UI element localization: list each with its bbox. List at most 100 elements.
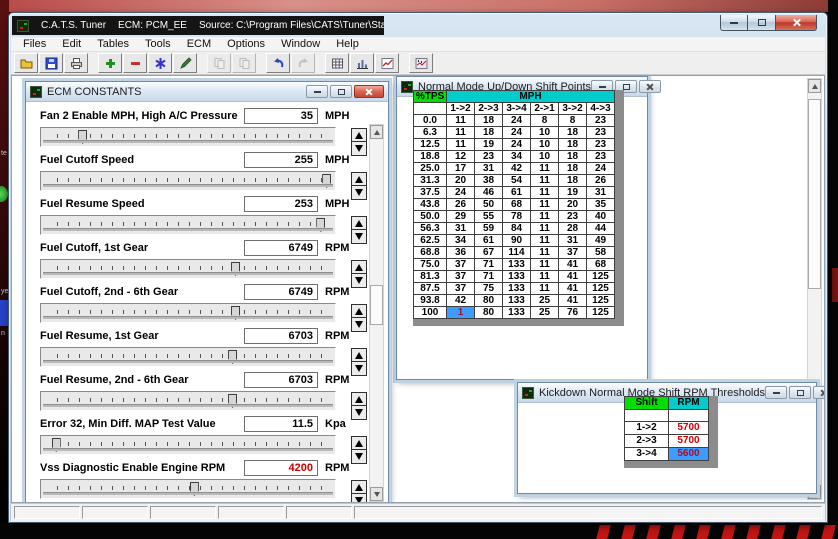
shift-cell[interactable]: 114 bbox=[503, 247, 531, 259]
shift-cell[interactable]: 36 bbox=[447, 247, 475, 259]
scroll-thumb[interactable] bbox=[370, 285, 383, 325]
spinner-down-button[interactable] bbox=[351, 406, 367, 420]
redo-button[interactable] bbox=[291, 53, 315, 73]
menu-tools[interactable]: Tools bbox=[137, 38, 179, 50]
maximize-button[interactable] bbox=[330, 85, 352, 98]
bar-chart-button[interactable] bbox=[350, 53, 374, 73]
menu-edit[interactable]: Edit bbox=[54, 38, 89, 50]
spinner-down-button[interactable] bbox=[351, 274, 367, 288]
spinner-up-button[interactable] bbox=[351, 216, 367, 230]
shift-cell[interactable]: 37 bbox=[447, 283, 475, 295]
menu-files[interactable]: Files bbox=[15, 38, 54, 50]
spinner-down-button[interactable] bbox=[351, 230, 367, 244]
shift-cell[interactable]: 12 bbox=[447, 151, 475, 163]
shift-cell[interactable]: 76 bbox=[559, 307, 587, 319]
param-value-field[interactable]: 6749 bbox=[244, 240, 318, 256]
shift-cell[interactable]: 11 bbox=[531, 175, 559, 187]
shift-cell[interactable]: 133 bbox=[503, 295, 531, 307]
shift-cell[interactable]: 42 bbox=[503, 163, 531, 175]
ecm-scrollbar[interactable] bbox=[369, 124, 384, 502]
slider-thumb[interactable] bbox=[322, 174, 331, 188]
slider-thumb[interactable] bbox=[190, 482, 199, 496]
shift-cell[interactable]: 34 bbox=[447, 235, 475, 247]
shift-cell[interactable]: 44 bbox=[587, 223, 615, 235]
remove-button[interactable] bbox=[123, 53, 147, 73]
shift-cell[interactable]: 11 bbox=[447, 127, 475, 139]
minimize-button[interactable] bbox=[720, 15, 748, 31]
slider-thumb[interactable] bbox=[52, 438, 61, 452]
menu-window[interactable]: Window bbox=[273, 38, 328, 50]
shift-cell[interactable]: 25 bbox=[531, 295, 559, 307]
shift-cell[interactable]: 20 bbox=[447, 175, 475, 187]
shift-cell[interactable]: 1 bbox=[447, 307, 475, 319]
shift-cell[interactable]: 23 bbox=[587, 151, 615, 163]
shift-cell[interactable]: 24 bbox=[447, 187, 475, 199]
add-button[interactable] bbox=[98, 53, 122, 73]
shift-cell[interactable]: 68 bbox=[587, 259, 615, 271]
table-view-button[interactable] bbox=[325, 53, 349, 73]
menu-tables[interactable]: Tables bbox=[89, 38, 137, 50]
shift-cell[interactable]: 11 bbox=[447, 139, 475, 151]
shift-cell[interactable]: 37 bbox=[559, 247, 587, 259]
kickdown-rpm-cell[interactable] bbox=[669, 410, 709, 422]
scroll-up-icon[interactable] bbox=[808, 79, 821, 93]
spinner-up-button[interactable] bbox=[351, 348, 367, 362]
shift-cell[interactable]: 42 bbox=[447, 295, 475, 307]
shift-cell[interactable]: 50 bbox=[475, 199, 503, 211]
shift-cell[interactable]: 18 bbox=[559, 175, 587, 187]
shift-cell[interactable]: 68 bbox=[503, 199, 531, 211]
shift-cell[interactable]: 75 bbox=[475, 283, 503, 295]
spinner-up-button[interactable] bbox=[351, 128, 367, 142]
shift-cell[interactable]: 23 bbox=[587, 127, 615, 139]
shift-cell[interactable]: 11 bbox=[531, 199, 559, 211]
close-button[interactable] bbox=[354, 85, 384, 98]
param-slider[interactable] bbox=[40, 259, 336, 279]
shift-cell[interactable]: 18 bbox=[559, 151, 587, 163]
special-chart-button[interactable] bbox=[409, 53, 433, 73]
spinner-down-button[interactable] bbox=[351, 186, 367, 200]
menu-help[interactable]: Help bbox=[328, 38, 367, 50]
shift-cell[interactable]: 10 bbox=[531, 151, 559, 163]
param-slider[interactable] bbox=[40, 479, 336, 499]
shift-cell[interactable]: 11 bbox=[531, 271, 559, 283]
slider-thumb[interactable] bbox=[78, 130, 87, 144]
slider-thumb[interactable] bbox=[316, 218, 325, 232]
save-button[interactable] bbox=[39, 53, 63, 73]
shift-cell[interactable]: 31 bbox=[447, 223, 475, 235]
shift-cell[interactable]: 80 bbox=[475, 307, 503, 319]
scroll-down-icon[interactable] bbox=[370, 487, 383, 501]
shift-cell[interactable]: 26 bbox=[447, 199, 475, 211]
shift-cell[interactable]: 24 bbox=[503, 139, 531, 151]
shift-cell[interactable]: 38 bbox=[475, 175, 503, 187]
scroll-up-icon[interactable] bbox=[370, 125, 383, 139]
spinner-down-button[interactable] bbox=[351, 318, 367, 332]
shift-cell[interactable]: 133 bbox=[503, 271, 531, 283]
spinner-down-button[interactable] bbox=[351, 362, 367, 376]
shift-cell[interactable]: 54 bbox=[503, 175, 531, 187]
shift-cell[interactable]: 11 bbox=[447, 115, 475, 127]
shift-cell[interactable]: 55 bbox=[475, 211, 503, 223]
spinner-down-button[interactable] bbox=[351, 142, 367, 156]
main-titlebar[interactable]: C.A.T.S. Tuner ECM: PCM_EE Source: C:\Pr… bbox=[9, 13, 827, 37]
shift-cell[interactable]: 40 bbox=[587, 211, 615, 223]
shift-cell[interactable]: 41 bbox=[559, 259, 587, 271]
shift-cell[interactable]: 11 bbox=[531, 187, 559, 199]
spinner-up-button[interactable] bbox=[351, 392, 367, 406]
shift-cell[interactable]: 133 bbox=[503, 259, 531, 271]
param-slider[interactable] bbox=[40, 391, 336, 411]
shift-cell[interactable]: 125 bbox=[587, 307, 615, 319]
shift-cell[interactable]: 58 bbox=[587, 247, 615, 259]
minimize-button[interactable] bbox=[306, 85, 328, 98]
shift-cell[interactable]: 11 bbox=[531, 211, 559, 223]
close-button[interactable] bbox=[639, 80, 661, 93]
shift-cell[interactable]: 26 bbox=[587, 175, 615, 187]
shift-cell[interactable]: 20 bbox=[559, 199, 587, 211]
undo-button[interactable] bbox=[266, 53, 290, 73]
line-chart-button[interactable] bbox=[375, 53, 399, 73]
param-value-field[interactable]: 6749 bbox=[244, 284, 318, 300]
shift-cell[interactable]: 8 bbox=[531, 115, 559, 127]
shift-cell[interactable]: 18 bbox=[559, 127, 587, 139]
scroll-thumb[interactable] bbox=[808, 99, 821, 289]
param-slider[interactable] bbox=[40, 347, 336, 367]
param-slider[interactable] bbox=[40, 303, 336, 323]
